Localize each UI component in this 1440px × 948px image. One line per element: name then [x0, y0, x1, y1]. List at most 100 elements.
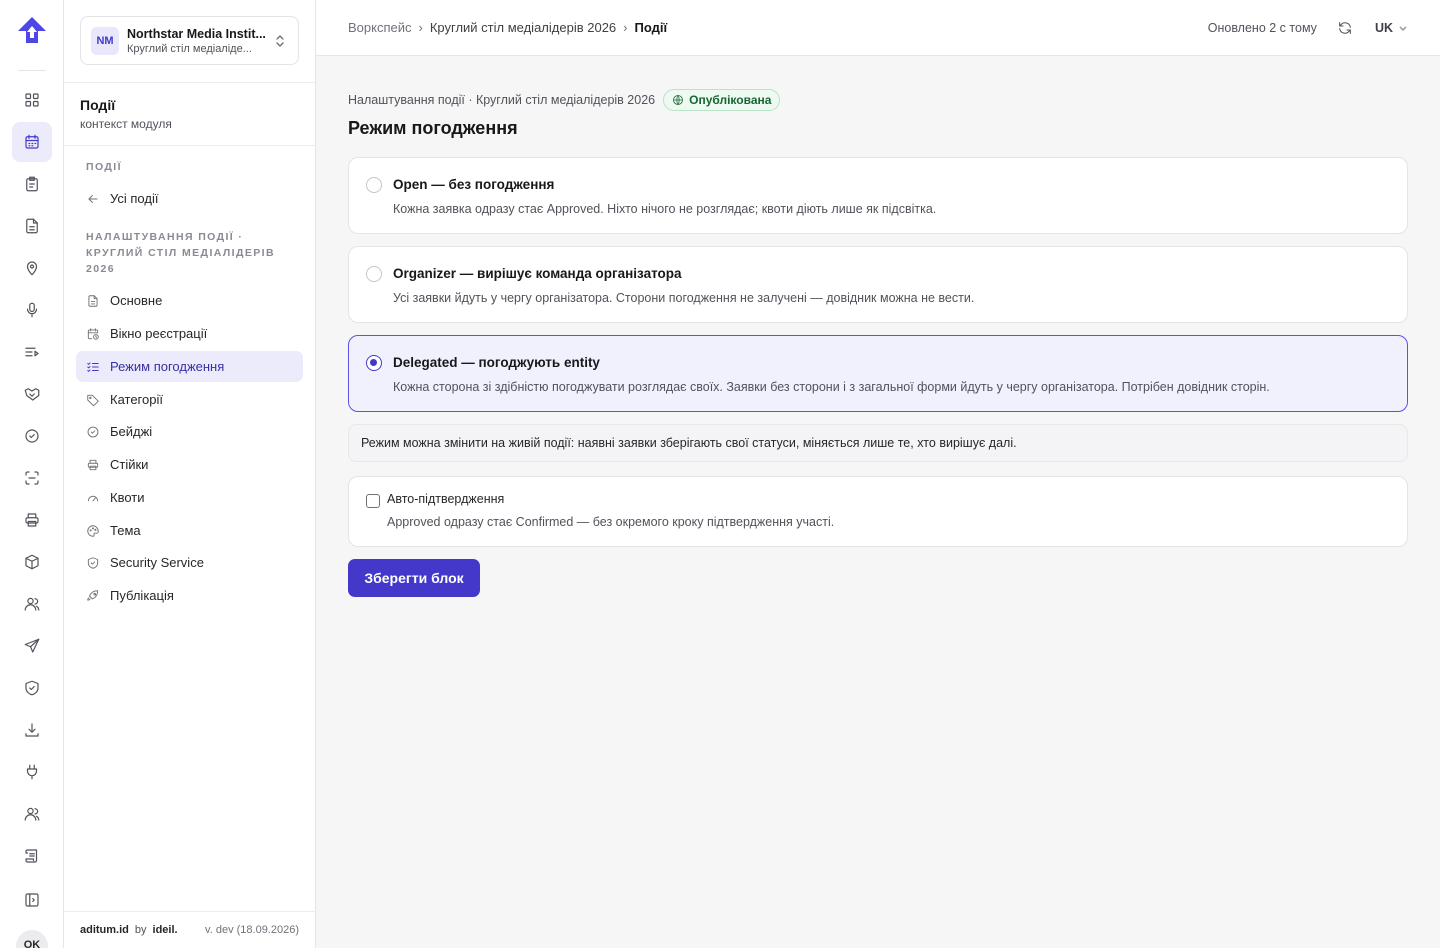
rail-integrations[interactable] [12, 752, 52, 792]
rail-collapse[interactable] [12, 880, 52, 920]
sidebar-item-label: Квоти [110, 490, 145, 505]
footer-maker[interactable]: ideil. [153, 924, 178, 936]
sidebar-item-registration-window[interactable]: Вікно реєстрації [76, 318, 303, 349]
rail-logs[interactable] [12, 836, 52, 876]
sidebar-item-label: Публікація [110, 588, 174, 603]
rail-events[interactable] [12, 122, 52, 162]
sidebar-item-basic[interactable]: Основне [76, 285, 303, 316]
users-icon [24, 597, 40, 611]
breadcrumb-workspace[interactable]: Воркспейс [348, 20, 412, 35]
shield-check-icon [25, 680, 39, 696]
printer-icon [25, 513, 39, 527]
badge-check-icon [87, 426, 99, 437]
status-text: Опублікована [689, 93, 772, 107]
breadcrumb-event[interactable]: Круглий стіл медіалідерів 2026 [430, 20, 616, 35]
rail-partners[interactable] [12, 374, 52, 414]
globe-icon [673, 95, 684, 105]
auto-confirm-checkbox[interactable] [366, 494, 380, 508]
sidebar-item-label: Вікно реєстрації [110, 326, 208, 341]
top-bar: Воркспейс › Круглий стіл медіалідерів 20… [316, 0, 1440, 56]
breadcrumb-separator: › [418, 20, 423, 35]
sidebar-item-theme[interactable]: Тема [76, 515, 303, 546]
sidebar-item-label: Основне [110, 293, 163, 308]
sidebar: NM Northstar Media Instit... Круглий сті… [64, 0, 316, 948]
rail-export[interactable] [12, 710, 52, 750]
rail-speakers[interactable] [12, 290, 52, 330]
language-label: UK [1374, 20, 1393, 35]
box-icon [25, 554, 39, 570]
panel-icon [25, 893, 39, 907]
option-description: Кожна сторона зі здібністю погоджувати р… [393, 380, 1270, 394]
icon-rail: OK [0, 0, 64, 948]
module-context: Події контекст модуля [64, 82, 315, 146]
last-updated: Оновлено 2 с тому [1207, 20, 1317, 35]
page-title: Режим погодження [348, 118, 518, 138]
sidebar-item-label: Категорії [110, 392, 163, 407]
gauge-icon [87, 495, 99, 501]
language-selector[interactable]: UK [1375, 21, 1408, 35]
rail-users[interactable] [12, 584, 52, 624]
rail-mailing[interactable] [12, 626, 52, 666]
arrow-left-icon [88, 194, 98, 203]
back-label: Усі події [110, 191, 159, 206]
rail-security[interactable] [12, 668, 52, 708]
approval-option-organizer[interactable]: Organizer — вирішує команда організатора… [348, 246, 1408, 323]
footer-by: by [134, 924, 147, 936]
app-logo-icon[interactable] [16, 16, 48, 44]
sidebar-item-security-service[interactable]: Security Service [76, 547, 303, 578]
rail-agenda[interactable] [12, 332, 52, 372]
breadcrumb: Воркспейс › Круглий стіл медіалідерів 20… [348, 20, 667, 35]
auto-confirm-description: Approved одразу стає Confirmed — без окр… [387, 515, 835, 529]
list-icon [25, 347, 39, 357]
sidebar-item-badges[interactable]: Бейджі [76, 416, 303, 447]
check-circle-icon [25, 429, 39, 443]
download-icon [25, 723, 39, 737]
sidebar-item-label: Тема [110, 523, 141, 538]
rail-team[interactable] [12, 794, 52, 834]
sidebar-item-approval-mode[interactable]: Режим погодження [76, 351, 303, 382]
info-note: Режим можна змінити на живій події: наяв… [348, 424, 1408, 462]
option-title: Open — без погодження [393, 177, 555, 192]
chevron-down-icon [1399, 25, 1407, 31]
back-to-all-events[interactable]: Усі події [76, 183, 303, 214]
module-subtitle: контекст модуля [80, 117, 172, 131]
org-switcher[interactable]: NM Northstar Media Instit... Круглий сті… [80, 16, 299, 65]
send-icon [24, 638, 40, 653]
sidebar-item-label: Бейджі [110, 424, 153, 439]
save-block-button[interactable]: Зберегти блок [348, 559, 480, 597]
tag-icon [87, 394, 99, 406]
rail-clipboard[interactable] [12, 164, 52, 204]
sidebar-item-publication[interactable]: Публікація [76, 580, 303, 611]
rocket-icon [87, 589, 99, 601]
radio-delegated[interactable] [366, 355, 382, 371]
user-avatar[interactable]: OK [16, 930, 48, 948]
sidebar-item-label: Security Service [110, 555, 204, 570]
radio-organizer[interactable] [366, 266, 382, 282]
document-icon [26, 218, 38, 234]
list-checks-icon [87, 361, 99, 372]
clipboard-icon [26, 176, 38, 192]
section-label-event-settings: Налаштування події · Круглий стіл медіал… [86, 231, 275, 275]
rail-documents[interactable] [12, 206, 52, 246]
sidebar-item-categories[interactable]: Категорії [76, 384, 303, 415]
sidebar-item-stands[interactable]: Стійки [76, 449, 303, 480]
rail-printing[interactable] [12, 500, 52, 540]
approval-option-delegated[interactable]: Delegated — погоджують entity Кожна стор… [348, 335, 1408, 412]
org-name: Northstar Media Instit... [127, 26, 266, 41]
rail-dashboard[interactable] [12, 80, 52, 120]
plug-icon [26, 764, 38, 780]
auto-confirm-card[interactable]: Авто-підтвердження Approved одразу стає … [348, 476, 1408, 547]
palette-icon [87, 524, 99, 537]
refresh-icon[interactable] [1337, 20, 1353, 36]
rail-approvals[interactable] [12, 416, 52, 456]
rail-locations[interactable] [12, 248, 52, 288]
approval-option-open[interactable]: Open — без погодження Кожна заявка одраз… [348, 157, 1408, 234]
breadcrumb-current: Події [634, 20, 668, 35]
radio-open[interactable] [366, 177, 382, 193]
sidebar-item-quotas[interactable]: Квоти [76, 482, 303, 513]
footer-brand[interactable]: aditum.id [80, 924, 129, 936]
breadcrumb-separator: › [623, 20, 628, 35]
rail-packages[interactable] [12, 542, 52, 582]
rail-scanner[interactable] [12, 458, 52, 498]
status-badge: Опублікована [663, 89, 781, 111]
